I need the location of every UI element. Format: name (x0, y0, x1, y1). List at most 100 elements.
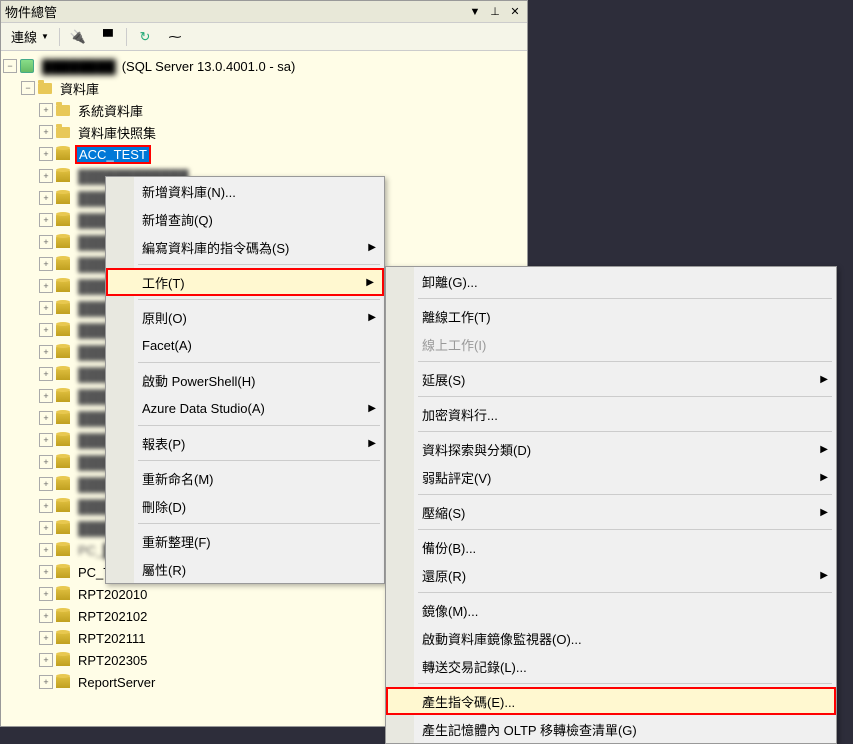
database-icon (55, 674, 71, 690)
menu-item[interactable]: 重新命名(M) (106, 464, 384, 492)
expand-icon[interactable]: + (39, 345, 53, 359)
system-db-folder[interactable]: + 系統資料庫 (3, 99, 525, 121)
folder-label: 系統資料庫 (75, 100, 146, 121)
folder-icon (37, 80, 53, 96)
server-icon (19, 58, 35, 74)
selected-database-node[interactable]: + ACC_TEST (3, 143, 525, 165)
menu-item[interactable]: 資料探索與分類(D)▶ (386, 435, 836, 463)
menu-item[interactable]: 啟動 PowerShell(H) (106, 366, 384, 394)
filter-button[interactable]: ▝▘ (94, 27, 122, 47)
expand-icon[interactable]: + (39, 257, 53, 271)
expand-icon[interactable]: + (39, 543, 53, 557)
expand-icon[interactable]: + (39, 565, 53, 579)
menu-item[interactable]: 重新整理(F) (106, 527, 384, 555)
expand-icon[interactable]: + (39, 411, 53, 425)
menu-item-label: 線上工作(I) (422, 335, 486, 354)
database-icon (55, 212, 71, 228)
submenu-arrow-icon: ▶ (368, 242, 376, 253)
collapse-icon[interactable]: − (21, 81, 35, 95)
menu-item[interactable]: 備份(B)... (386, 533, 836, 561)
menu-item[interactable]: 還原(R)▶ (386, 561, 836, 589)
database-icon (55, 432, 71, 448)
menu-item-label: 壓縮(S) (422, 503, 465, 522)
menu-item[interactable]: 原則(O)▶ (106, 303, 384, 331)
expand-icon[interactable]: + (39, 301, 53, 315)
expand-icon[interactable]: + (39, 389, 53, 403)
menu-item-label: 產生記憶體內 OLTP 移轉檢查清單(G) (422, 720, 637, 739)
menu-item[interactable]: 離線工作(T) (386, 302, 836, 330)
snapshot-folder[interactable]: + 資料庫快照集 (3, 121, 525, 143)
panel-pin-icon[interactable]: ⊥ (487, 4, 503, 20)
databases-folder[interactable]: − 資料庫 (3, 77, 525, 99)
database-icon (55, 168, 71, 184)
collapse-icon[interactable]: − (3, 59, 17, 73)
menu-item[interactable]: Facet(A) (106, 331, 384, 359)
connect-button[interactable]: 連線 ▼ (5, 25, 55, 48)
expand-icon[interactable]: + (39, 521, 53, 535)
panel-dropdown-icon[interactable]: ▼ (467, 4, 483, 20)
menu-item[interactable]: 壓縮(S)▶ (386, 498, 836, 526)
database-icon (55, 586, 71, 602)
menu-item-label: 離線工作(T) (422, 307, 491, 326)
menu-item[interactable]: 產生指令碼(E)... (386, 687, 836, 715)
expand-icon[interactable]: + (39, 147, 53, 161)
expand-icon[interactable]: + (39, 125, 53, 139)
menu-item-label: 新增資料庫(N)... (142, 182, 236, 201)
refresh-button[interactable]: ↻ (131, 27, 159, 47)
menu-item[interactable]: 鏡像(M)... (386, 596, 836, 624)
menu-item[interactable]: 弱點評定(V)▶ (386, 463, 836, 491)
expand-icon[interactable]: + (39, 587, 53, 601)
menu-item-label: 新增查詢(Q) (142, 210, 213, 229)
context-menu: 新增資料庫(N)... 新增查詢(Q) 編寫資料庫的指令碼為(S)▶ 工作(T)▶ 原則… (105, 176, 385, 584)
database-icon (55, 498, 71, 514)
menu-item[interactable]: 啟動資料庫鏡像監視器(O)... (386, 624, 836, 652)
menu-item[interactable]: 報表(P)▶ (106, 429, 384, 457)
menu-item[interactable]: 產生記憶體內 OLTP 移轉檢查清單(G) (386, 715, 836, 743)
disconnect-button[interactable]: 🔌 (64, 27, 92, 47)
plug-icon: 🔌 (70, 29, 86, 45)
expand-icon[interactable]: + (39, 609, 53, 623)
menu-item[interactable]: 新增查詢(Q) (106, 205, 384, 233)
menu-item: 線上工作(I) (386, 330, 836, 358)
expand-icon[interactable]: + (39, 279, 53, 293)
menu-item[interactable]: 工作(T)▶ (106, 268, 384, 296)
menu-item[interactable]: 新增資料庫(N)... (106, 177, 384, 205)
expand-icon[interactable]: + (39, 191, 53, 205)
server-node[interactable]: − ████████ (SQL Server 13.0.4001.0 - sa) (3, 55, 525, 77)
menu-item[interactable]: 屬性(R) (106, 555, 384, 583)
expand-icon[interactable]: + (39, 455, 53, 469)
menu-item-label: 原則(O) (142, 308, 187, 327)
expand-icon[interactable]: + (39, 213, 53, 227)
database-icon (55, 146, 71, 162)
submenu-arrow-icon: ▶ (368, 438, 376, 449)
menu-item[interactable]: 刪除(D) (106, 492, 384, 520)
expand-icon[interactable]: + (39, 631, 53, 645)
menu-item[interactable]: 延展(S)▶ (386, 365, 836, 393)
menu-separator (418, 592, 832, 593)
expand-icon[interactable]: + (39, 675, 53, 689)
database-icon (55, 366, 71, 382)
database-icon (55, 256, 71, 272)
database-icon (55, 608, 71, 624)
menu-item[interactable]: Azure Data Studio(A)▶ (106, 394, 384, 422)
expand-icon[interactable]: + (39, 653, 53, 667)
expand-icon[interactable]: + (39, 433, 53, 447)
panel-close-icon[interactable]: ✕ (507, 4, 523, 20)
submenu-arrow-icon: ▶ (366, 277, 374, 288)
expand-icon[interactable]: + (39, 499, 53, 513)
menu-separator (138, 523, 380, 524)
expand-icon[interactable]: + (39, 477, 53, 491)
menu-item[interactable]: 卸離(G)... (386, 267, 836, 295)
expand-icon[interactable]: + (39, 169, 53, 183)
activity-button[interactable]: ⁓ (161, 27, 189, 47)
menu-item[interactable]: 轉送交易記錄(L)... (386, 652, 836, 680)
menu-item-label: 重新命名(M) (142, 469, 214, 488)
expand-icon[interactable]: + (39, 323, 53, 337)
expand-icon[interactable]: + (39, 235, 53, 249)
menu-item-label: 弱點評定(V) (422, 468, 491, 487)
database-icon (55, 630, 71, 646)
expand-icon[interactable]: + (39, 103, 53, 117)
menu-item[interactable]: 加密資料行... (386, 400, 836, 428)
expand-icon[interactable]: + (39, 367, 53, 381)
menu-item[interactable]: 編寫資料庫的指令碼為(S)▶ (106, 233, 384, 261)
